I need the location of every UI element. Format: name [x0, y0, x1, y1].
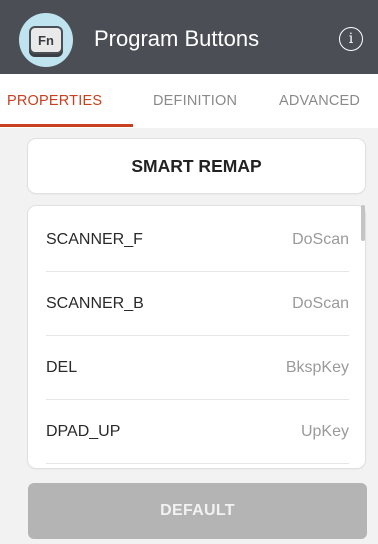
button-action-value: UpKey — [300, 423, 349, 440]
tab-properties[interactable]: PROPERTIES — [7, 93, 102, 109]
button-action-value: DoScan — [292, 295, 349, 312]
list-scrollbar[interactable] — [361, 205, 365, 241]
list-item[interactable]: SCANNER_F DoScan — [46, 208, 349, 272]
list-item[interactable]: SCANNER_B DoScan — [46, 272, 349, 336]
button-key-label: SCANNER_F — [46, 231, 143, 248]
button-action-value: BkspKey — [285, 359, 349, 376]
tab-definition[interactable]: DEFINITION — [153, 93, 237, 109]
tab-bar: PROPERTIES DEFINITION ADVANCED — [0, 74, 378, 128]
active-tab-indicator — [0, 124, 133, 127]
button-key-label: DEL — [46, 359, 78, 376]
fn-key-label: Fn — [29, 26, 63, 54]
fn-key-icon: Fn — [19, 13, 73, 67]
button-action-value: DoScan — [292, 231, 349, 248]
button-mapping-list: SCANNER_F DoScan SCANNER_B DoScan DEL Bk… — [28, 206, 365, 468]
app-title: Program Buttons — [94, 26, 260, 51]
default-button[interactable]: DEFAULT — [28, 483, 367, 539]
tab-advanced[interactable]: ADVANCED — [279, 93, 360, 109]
app-bar: Fn Program Buttons i — [0, 0, 378, 74]
button-key-label: SCANNER_B — [46, 295, 144, 312]
button-key-label: DPAD_UP — [46, 423, 121, 440]
info-icon[interactable]: i — [339, 27, 363, 51]
list-item[interactable]: DPAD_UP UpKey — [46, 400, 349, 464]
list-item[interactable]: DEL BkspKey — [46, 336, 349, 400]
smart-remap-button[interactable]: SMART REMAP — [28, 139, 365, 193]
